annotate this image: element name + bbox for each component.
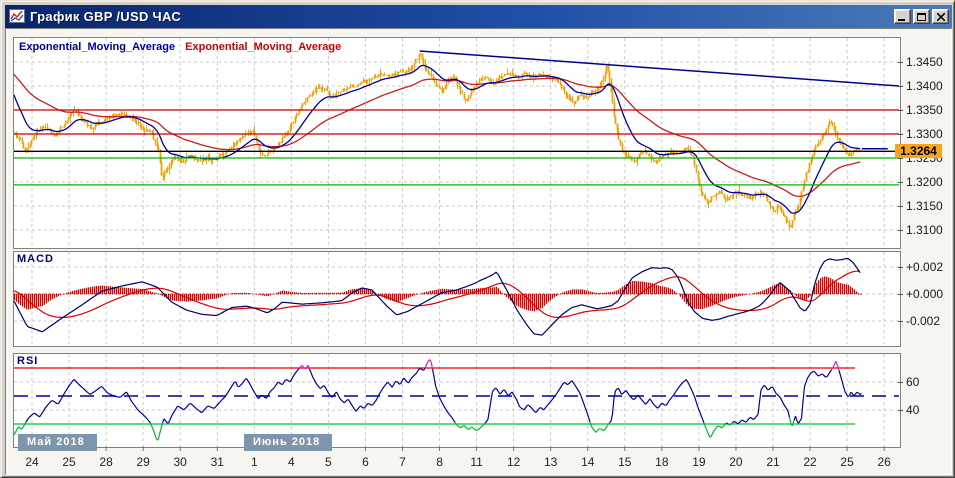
price-tick-label: 1.3400 (898, 79, 943, 93)
title-bar[interactable]: График GBP /USD ЧАС (5, 5, 952, 28)
month-badge-june: Июнь 2018 (244, 434, 333, 451)
date-tick-label: 25 (840, 455, 854, 469)
price-tick-label: 1.3350 (898, 103, 943, 117)
close-button[interactable] (932, 9, 949, 24)
month-badge-may: Май 2018 (18, 434, 97, 451)
macd-tick-label: +0.000 (898, 287, 943, 301)
maximize-button[interactable] (913, 9, 930, 24)
date-tick-label: 13 (544, 455, 558, 469)
window-title: График GBP /USD ЧАС (30, 9, 182, 24)
date-axis[interactable]: 24 25 28 29 30 31 1 4 5 6 7 8 11 12 13 14 15 18 19 20 21 22 25… (13, 446, 900, 472)
date-tick-label: 14 (581, 455, 595, 469)
chart-icon (9, 9, 26, 24)
date-tick-label: 24 (25, 455, 39, 469)
macd-tick-label: -0.002 (898, 314, 940, 328)
date-tick-label: 30 (173, 455, 187, 469)
date-tick-label: 4 (288, 455, 295, 469)
minimize-button[interactable] (894, 9, 911, 24)
price-tick-label: 1.3300 (898, 127, 943, 141)
legend-ema-fast[interactable]: Exponential_Moving_Average (19, 41, 175, 53)
price-tick-label: 1.3450 (898, 55, 943, 69)
date-tick-label: 21 (766, 455, 780, 469)
chart-window: График GBP /USD ЧАС Exponential_Moving_A… (0, 0, 955, 478)
date-tick-label: 26 (877, 455, 891, 469)
date-tick-label: 29 (136, 455, 150, 469)
price-tick-label: 1.3100 (898, 223, 943, 237)
date-tick-label: 19 (692, 455, 706, 469)
date-tick-label: 31 (210, 455, 224, 469)
date-tick-label: 25 (62, 455, 76, 469)
date-tick-label: 20 (729, 455, 743, 469)
date-tick-label: 22 (803, 455, 817, 469)
date-tick-label: 6 (362, 455, 369, 469)
price-axis[interactable]: 1.3450 1.3400 1.3350 1.3300 1.3250 1.3200 1.31… (892, 29, 953, 469)
macd-tick-label: +0.002 (898, 260, 943, 274)
legend-ema-slow[interactable]: Exponential_Moving_Average (185, 41, 341, 53)
date-tick-label: 18 (655, 455, 669, 469)
macd-label: MACD (17, 253, 54, 265)
rsi-tick-label: 40 (898, 403, 919, 417)
chart-client-area: Exponential_Moving_Average Exponential_M… (5, 28, 952, 475)
date-tick-label: 5 (325, 455, 332, 469)
date-tick-label: 11 (470, 455, 483, 469)
rsi-label: RSI (17, 355, 39, 367)
price-tick-label: 1.3200 (898, 175, 943, 189)
rsi-panel-svg[interactable] (13, 353, 901, 448)
date-tick-label: 12 (506, 455, 521, 469)
date-tick-label: 1 (250, 455, 258, 469)
indicator-legend: Exponential_Moving_Average Exponential_M… (19, 41, 341, 53)
date-tick-label: 7 (399, 455, 406, 469)
date-tick-label: 28 (99, 455, 113, 469)
price-tick-label: 1.3150 (898, 199, 943, 213)
main-chart-svg[interactable] (13, 37, 901, 249)
date-tick-label: 15 (618, 455, 632, 469)
date-tick-label: 8 (436, 455, 443, 469)
rsi-tick-label: 60 (898, 375, 919, 389)
current-price-badge: 1.3264 (895, 144, 942, 158)
macd-panel-svg[interactable] (13, 251, 901, 347)
